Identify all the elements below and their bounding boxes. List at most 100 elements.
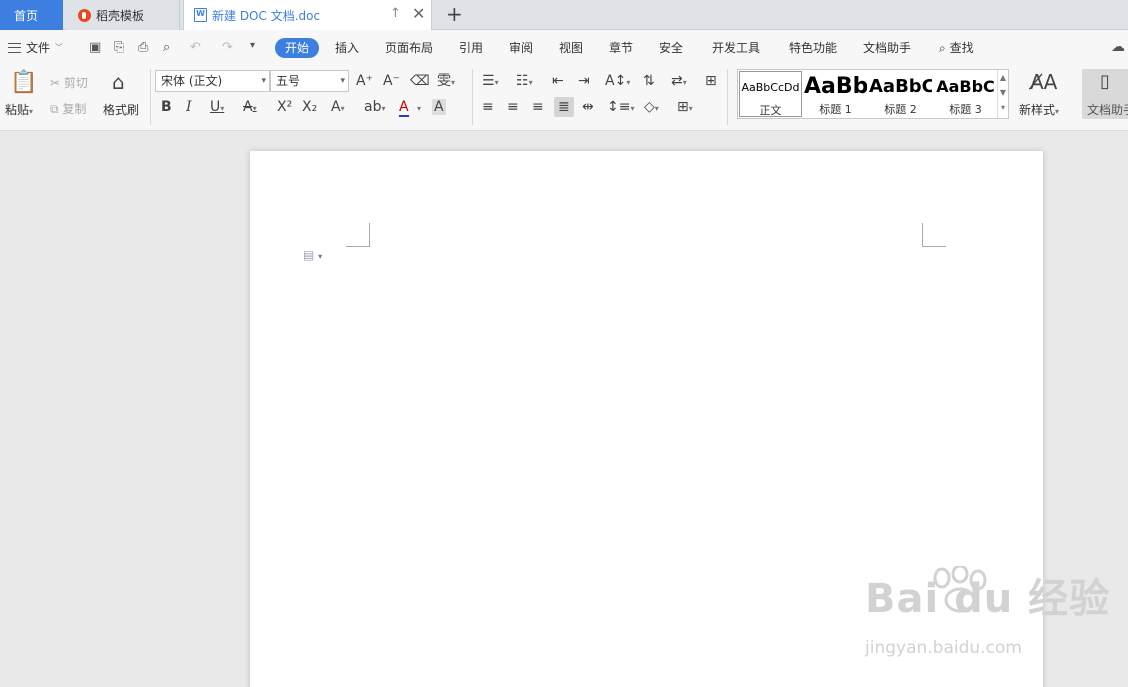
superscript-icon[interactable]: X²	[277, 99, 292, 115]
menu-tab-security[interactable]: 安全	[659, 39, 683, 56]
text-direction-icon[interactable]: A↕▾	[605, 73, 630, 91]
copy-icon: ⧉	[50, 102, 59, 116]
divider	[472, 69, 473, 125]
style-heading-3[interactable]: AaBbC 标题 3	[934, 71, 997, 117]
style-sample: AaBbC	[936, 77, 995, 96]
style-gallery: AaBbCcDd 正文 AaBb 标题 1 AaBbC 标题 2 AaBbC 标…	[737, 69, 1009, 119]
style-label: 标题 2	[884, 103, 917, 116]
text-effect-icon[interactable]: A▾	[331, 99, 345, 117]
paste-button[interactable]: 粘贴▾	[5, 101, 33, 118]
menu-tab-chapter[interactable]: 章节	[609, 39, 633, 56]
shading-icon[interactable]: ◇▾	[644, 99, 659, 117]
gallery-scrollbar[interactable]: ▲ ▼ ▾	[997, 70, 1008, 118]
menu-tab-developer[interactable]: 开发工具	[712, 39, 760, 56]
quick-access-dropdown-icon[interactable]: ▾	[250, 40, 255, 51]
print-preview-icon[interactable]: ⌕	[163, 40, 170, 55]
print-icon[interactable]: ⎙	[138, 40, 148, 55]
phonetic-icon[interactable]: 雯▾	[437, 73, 455, 91]
paste-icon[interactable]: 📋	[10, 71, 37, 95]
chevron-down-icon: ﹀	[55, 43, 64, 52]
char-shading-icon[interactable]: A	[432, 99, 446, 115]
style-normal[interactable]: AaBbCcDd 正文	[739, 71, 802, 117]
increase-indent-icon[interactable]: ⇥	[578, 73, 590, 89]
tab-bar: 首页 稻壳模板 W 新建 DOC 文档.doc ↑ ✕ +	[0, 0, 1128, 30]
doc-assistant-button[interactable]: ▯ 文档助手	[1082, 69, 1128, 119]
clear-format-icon[interactable]: ⌫	[410, 73, 430, 89]
ribbon-toolbar: 📋 粘贴▾ ✂ 剪切 ⧉ 复制 ⌂ 格式刷 宋体 (正文) 五号 A⁺ A⁻ ⌫…	[0, 65, 1128, 131]
cloud-icon[interactable]: ☁	[1111, 39, 1125, 55]
cut-label: 剪切	[63, 76, 88, 90]
pin-icon[interactable]: ↑	[390, 6, 401, 21]
highlight-icon[interactable]: ab▾	[364, 99, 385, 117]
style-heading-2[interactable]: AaBbC 标题 2	[869, 71, 932, 117]
align-left-icon[interactable]: ≡	[482, 99, 494, 115]
divider	[727, 69, 728, 125]
justify-icon[interactable]: ≣	[554, 97, 574, 117]
numbered-list-icon[interactable]: ☷▾	[516, 73, 533, 91]
format-painter-button[interactable]: 格式刷	[103, 101, 139, 118]
bullet-list-icon[interactable]: ☰▾	[482, 73, 499, 91]
underline-icon[interactable]: U▾	[210, 99, 224, 117]
export-icon[interactable]: ⎘	[114, 40, 124, 55]
new-tab-icon[interactable]: +	[446, 2, 463, 26]
font-name-select[interactable]: 宋体 (正文)	[155, 70, 270, 92]
style-heading-1[interactable]: AaBb 标题 1	[804, 71, 867, 117]
format-painter-icon[interactable]: ⌂	[112, 71, 125, 93]
line-spacing-icon[interactable]: ↕≡▾	[607, 99, 634, 117]
cut-button[interactable]: ✂ 剪切	[50, 74, 88, 91]
shrink-font-icon[interactable]: A⁻	[383, 73, 400, 89]
file-menu-button[interactable]: 文件 ﹀	[8, 39, 63, 56]
new-style-icon[interactable]: A̸A	[1030, 71, 1057, 93]
font-color-icon[interactable]: A	[399, 99, 409, 117]
menu-bar: 文件 ﹀ ▣ ⎘ ⎙ ⌕ ↶ ↷ ▾ 开始 插入 页面布局 引用 审阅 视图 章…	[0, 30, 1128, 65]
undo-icon[interactable]: ↶	[190, 40, 201, 55]
tab-template[interactable]: 稻壳模板	[66, 0, 180, 30]
chevron-down-icon: ▾	[29, 107, 34, 116]
font-size-select[interactable]: 五号	[270, 70, 349, 92]
table-layout-icon[interactable]: ⊞	[705, 73, 717, 89]
new-style-button[interactable]: 新样式▾	[1019, 101, 1059, 118]
sort-icon[interactable]: ⇅	[643, 73, 655, 89]
redo-icon[interactable]: ↷	[222, 40, 233, 55]
margin-mark-left	[346, 223, 370, 247]
style-label: 正文	[759, 104, 782, 117]
scissors-icon: ✂	[50, 76, 61, 90]
strikethrough-icon[interactable]: A▾	[243, 99, 257, 117]
menu-tab-insert[interactable]: 插入	[335, 39, 359, 56]
grow-font-icon[interactable]: A⁺	[356, 73, 373, 89]
menu-tab-review[interactable]: 审阅	[509, 39, 533, 56]
find-button[interactable]: ⌕ 查找	[939, 39, 974, 56]
style-sample: AaBbCcDd	[741, 81, 800, 94]
font-color-dropdown-icon[interactable]: ▾	[417, 99, 421, 117]
decrease-indent-icon[interactable]: ⇤	[552, 73, 564, 89]
align-right-icon[interactable]: ≡	[532, 99, 544, 115]
file-menu-label: 文件	[26, 41, 51, 55]
margin-mark-right	[922, 223, 946, 247]
save-icon[interactable]: ▣	[89, 40, 101, 55]
divider	[150, 69, 151, 125]
align-center-icon[interactable]: ≡	[507, 99, 519, 115]
show-marks-icon[interactable]: ⇄▾	[671, 73, 687, 91]
tab-document[interactable]: W 新建 DOC 文档.doc ↑ ✕	[183, 0, 432, 30]
menu-tab-references[interactable]: 引用	[459, 39, 483, 56]
tab-home[interactable]: 首页	[0, 0, 63, 30]
bold-icon[interactable]: B	[161, 99, 172, 115]
menu-tab-start[interactable]: 开始	[275, 38, 319, 58]
paste-label: 粘贴	[5, 103, 30, 117]
borders-icon[interactable]: ⊞▾	[677, 99, 693, 117]
italic-icon[interactable]: I	[186, 99, 192, 115]
watermark-brand: Bai du 经验	[865, 576, 1111, 622]
copy-button[interactable]: ⧉ 复制	[50, 100, 86, 117]
menu-tab-view[interactable]: 视图	[559, 39, 583, 56]
chevron-down-icon: ▾	[1055, 107, 1060, 116]
tab-home-label: 首页	[14, 8, 39, 23]
menu-tab-page-layout[interactable]: 页面布局	[385, 39, 433, 56]
menu-tab-features[interactable]: 特色功能	[789, 39, 837, 56]
close-icon[interactable]: ✕	[412, 4, 425, 23]
watermark-url: jingyan.baidu.com	[865, 638, 1022, 658]
paragraph-options-icon[interactable]: ▤ ▾	[303, 248, 322, 262]
style-sample: AaBb	[804, 74, 867, 99]
subscript-icon[interactable]: X₂	[302, 99, 317, 115]
menu-tab-doc-assistant[interactable]: 文档助手	[863, 39, 911, 56]
distribute-icon[interactable]: ⇹	[582, 99, 594, 115]
